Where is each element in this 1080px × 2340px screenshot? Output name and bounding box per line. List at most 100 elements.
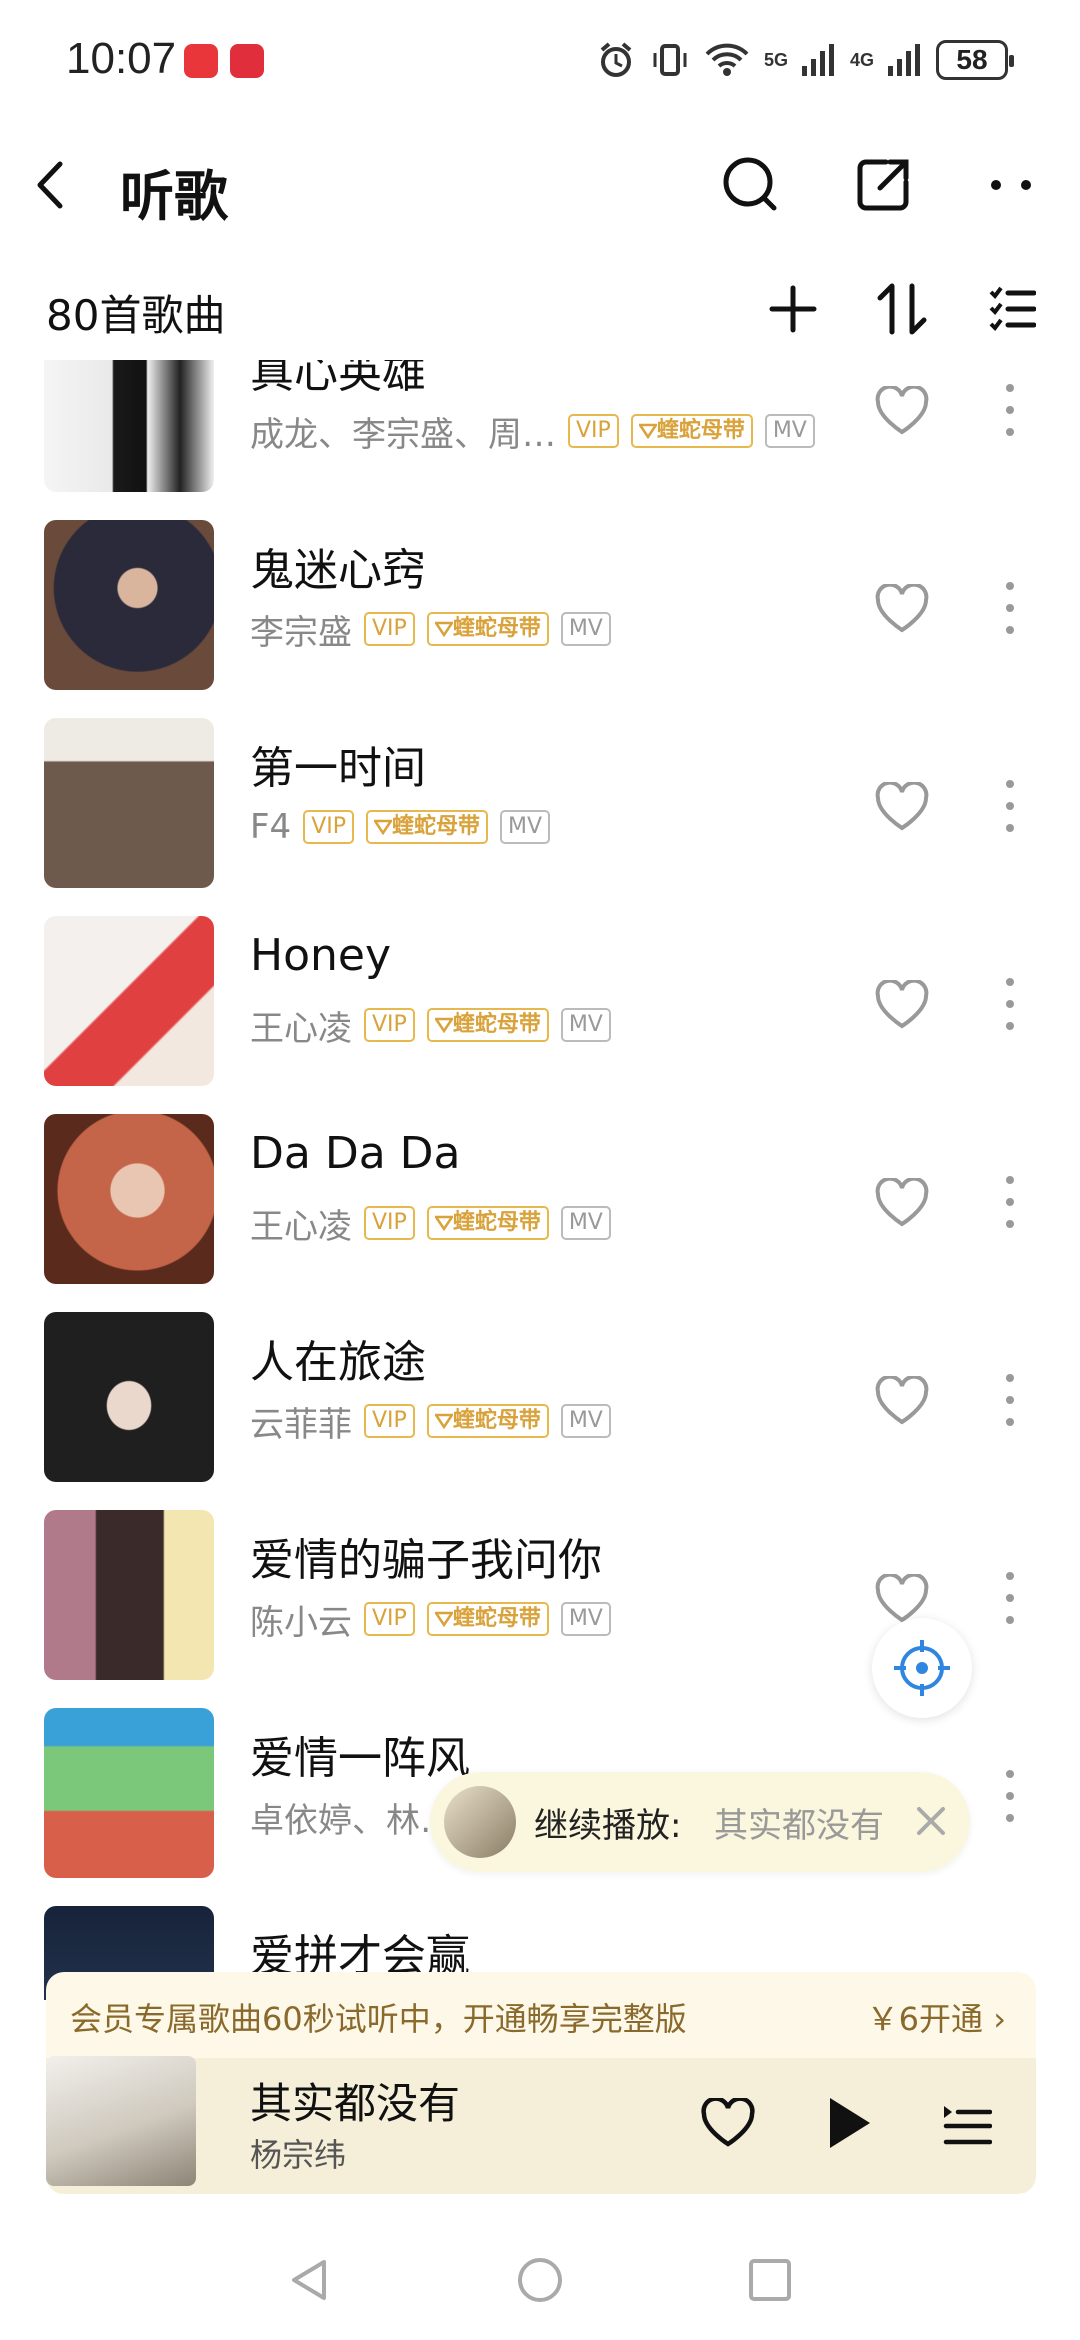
- song-more-icon[interactable]: [1004, 580, 1016, 636]
- song-artist: 卓依婷、林…: [250, 1800, 454, 1841]
- viper-icon: [434, 1017, 453, 1033]
- multi-select-icon[interactable]: [988, 286, 1036, 332]
- quality-badge-label: 蝰蛇母带: [392, 814, 481, 839]
- song-meta: 陈小云 VIP 蝰蛇母带 MV: [250, 1596, 611, 1643]
- viper-icon: [434, 621, 453, 637]
- favorite-icon[interactable]: [874, 386, 930, 436]
- quality-badge-label: 蝰蛇母带: [452, 1012, 541, 1037]
- resume-playback-toast[interactable]: 继续播放: 其实都没有: [430, 1772, 970, 1872]
- favorite-icon[interactable]: [874, 980, 930, 1030]
- song-more-icon[interactable]: [1004, 1570, 1016, 1626]
- viper-icon: [374, 819, 393, 835]
- locate-icon: [894, 1640, 950, 1696]
- favorite-icon[interactable]: [874, 1574, 930, 1624]
- vibrate-icon: [653, 44, 687, 76]
- player-artist: 杨宗纬: [250, 2136, 347, 2174]
- song-more-icon[interactable]: [1004, 778, 1016, 834]
- song-count: 80首歌曲: [46, 291, 226, 340]
- song-more-icon[interactable]: [1004, 1372, 1016, 1428]
- song-meta: 成龙、李宗盛、周… VIP 蝰蛇母带 MV: [250, 408, 815, 455]
- play-icon[interactable]: [824, 2094, 874, 2152]
- song-meta: 卓依婷、林…: [250, 1794, 454, 1841]
- song-artist: 成龙、李宗盛、周…: [250, 414, 556, 455]
- network-5g-label: 5G: [763, 49, 788, 70]
- add-icon[interactable]: [768, 284, 818, 334]
- viper-icon: [434, 1413, 453, 1429]
- vip-badge: VIP: [364, 1602, 415, 1636]
- vip-trial-text: 会员专属歌曲60秒试听中，开通畅享完整版: [70, 2000, 687, 2038]
- quality-badge-label: 蝰蛇母带: [452, 616, 541, 641]
- song-row[interactable]: 第一时间 F4 VIP 蝰蛇母带 MV: [0, 718, 1080, 916]
- favorite-icon[interactable]: [874, 1376, 930, 1426]
- signal-icon: [888, 44, 920, 76]
- song-title: 鬼迷心窍: [250, 545, 426, 596]
- song-row[interactable]: 真心英雄 成龙、李宗盛、周… VIP 蝰蛇母带 MV: [0, 360, 1080, 520]
- song-artist: 李宗盛: [250, 612, 352, 653]
- back-icon[interactable]: [30, 160, 70, 210]
- song-more-icon[interactable]: [1004, 976, 1016, 1032]
- album-cover: [44, 1312, 214, 1482]
- close-icon[interactable]: [914, 1804, 948, 1838]
- song-more-icon[interactable]: [1004, 382, 1016, 438]
- app-notification-icon: [230, 44, 264, 78]
- top-bar: 听歌: [0, 130, 1080, 240]
- player-favorite-icon[interactable]: [700, 2098, 756, 2148]
- song-more-icon[interactable]: [1004, 1768, 1016, 1824]
- song-more-icon[interactable]: [1004, 1174, 1016, 1230]
- vip-trial-bar[interactable]: 会员专属歌曲60秒试听中，开通畅享完整版 ￥6开通 ›: [46, 1972, 1036, 2058]
- vip-badge: VIP: [364, 1206, 415, 1240]
- mv-badge[interactable]: MV: [560, 1008, 611, 1042]
- favorite-icon[interactable]: [874, 584, 930, 634]
- favorite-icon[interactable]: [874, 1178, 930, 1228]
- song-meta: 李宗盛 VIP 蝰蛇母带 MV: [250, 606, 611, 653]
- song-title: Honey: [250, 930, 392, 981]
- playlist-queue-icon[interactable]: [942, 2100, 992, 2150]
- song-artist: 陈小云: [250, 1602, 352, 1643]
- vip-badge: VIP: [364, 612, 415, 646]
- resume-label: 继续播放:: [534, 1806, 682, 1846]
- locate-current-button[interactable]: [872, 1618, 972, 1718]
- mv-badge[interactable]: MV: [764, 414, 815, 448]
- song-meta: F4 VIP 蝰蛇母带 MV: [250, 804, 551, 850]
- album-cover: [44, 360, 214, 492]
- nav-recents-icon[interactable]: [746, 2256, 794, 2304]
- mv-badge[interactable]: MV: [560, 1404, 611, 1438]
- viper-icon: [434, 1611, 453, 1627]
- search-icon[interactable]: [718, 152, 784, 218]
- sort-icon[interactable]: [876, 282, 928, 336]
- nav-back-icon[interactable]: [286, 2256, 334, 2304]
- album-cover: [44, 1708, 214, 1878]
- song-row[interactable]: Honey 王心凌 VIP 蝰蛇母带 MV: [0, 916, 1080, 1114]
- system-nav-bar: [0, 2220, 1080, 2340]
- quality-badge-label: 蝰蛇母带: [452, 1408, 541, 1433]
- song-row[interactable]: Da Da Da 王心凌 VIP 蝰蛇母带 MV: [0, 1114, 1080, 1312]
- song-title: 爱情一阵风: [250, 1733, 470, 1784]
- signal-icon: [801, 44, 834, 76]
- nav-home-icon[interactable]: [516, 2256, 564, 2304]
- quality-badge: 蝰蛇母带: [426, 1206, 549, 1240]
- song-row[interactable]: 鬼迷心窍 李宗盛 VIP 蝰蛇母带 MV: [0, 520, 1080, 718]
- mv-badge[interactable]: MV: [560, 1206, 611, 1240]
- mini-player[interactable]: 其实都没有 杨宗纬: [46, 2056, 1036, 2194]
- vip-badge: VIP: [364, 1404, 415, 1438]
- mv-badge[interactable]: MV: [560, 1602, 611, 1636]
- song-title: 真心英雄: [250, 360, 426, 398]
- player-cover[interactable]: [46, 2056, 196, 2186]
- vip-badge: VIP: [303, 810, 355, 844]
- favorite-icon[interactable]: [874, 782, 930, 832]
- status-time: 10:07: [66, 34, 177, 83]
- song-title: 人在旅途: [250, 1337, 426, 1388]
- battery-indicator: 58: [936, 40, 1014, 80]
- mv-badge[interactable]: MV: [500, 810, 551, 844]
- more-icon[interactable]: [980, 152, 1046, 218]
- album-cover: [44, 1114, 214, 1284]
- quality-badge: 蝰蛇母带: [366, 810, 489, 844]
- vip-open-button[interactable]: ￥6开通 ›: [867, 1994, 1006, 2040]
- share-icon[interactable]: [850, 152, 916, 218]
- song-artist: 王心凌: [250, 1008, 352, 1049]
- song-title: Da Da Da: [250, 1128, 461, 1179]
- album-cover: [44, 916, 214, 1086]
- song-row[interactable]: 人在旅途 云菲菲 VIP 蝰蛇母带 MV: [0, 1312, 1080, 1510]
- quality-badge-label: 蝰蛇母带: [656, 418, 745, 443]
- mv-badge[interactable]: MV: [560, 612, 611, 646]
